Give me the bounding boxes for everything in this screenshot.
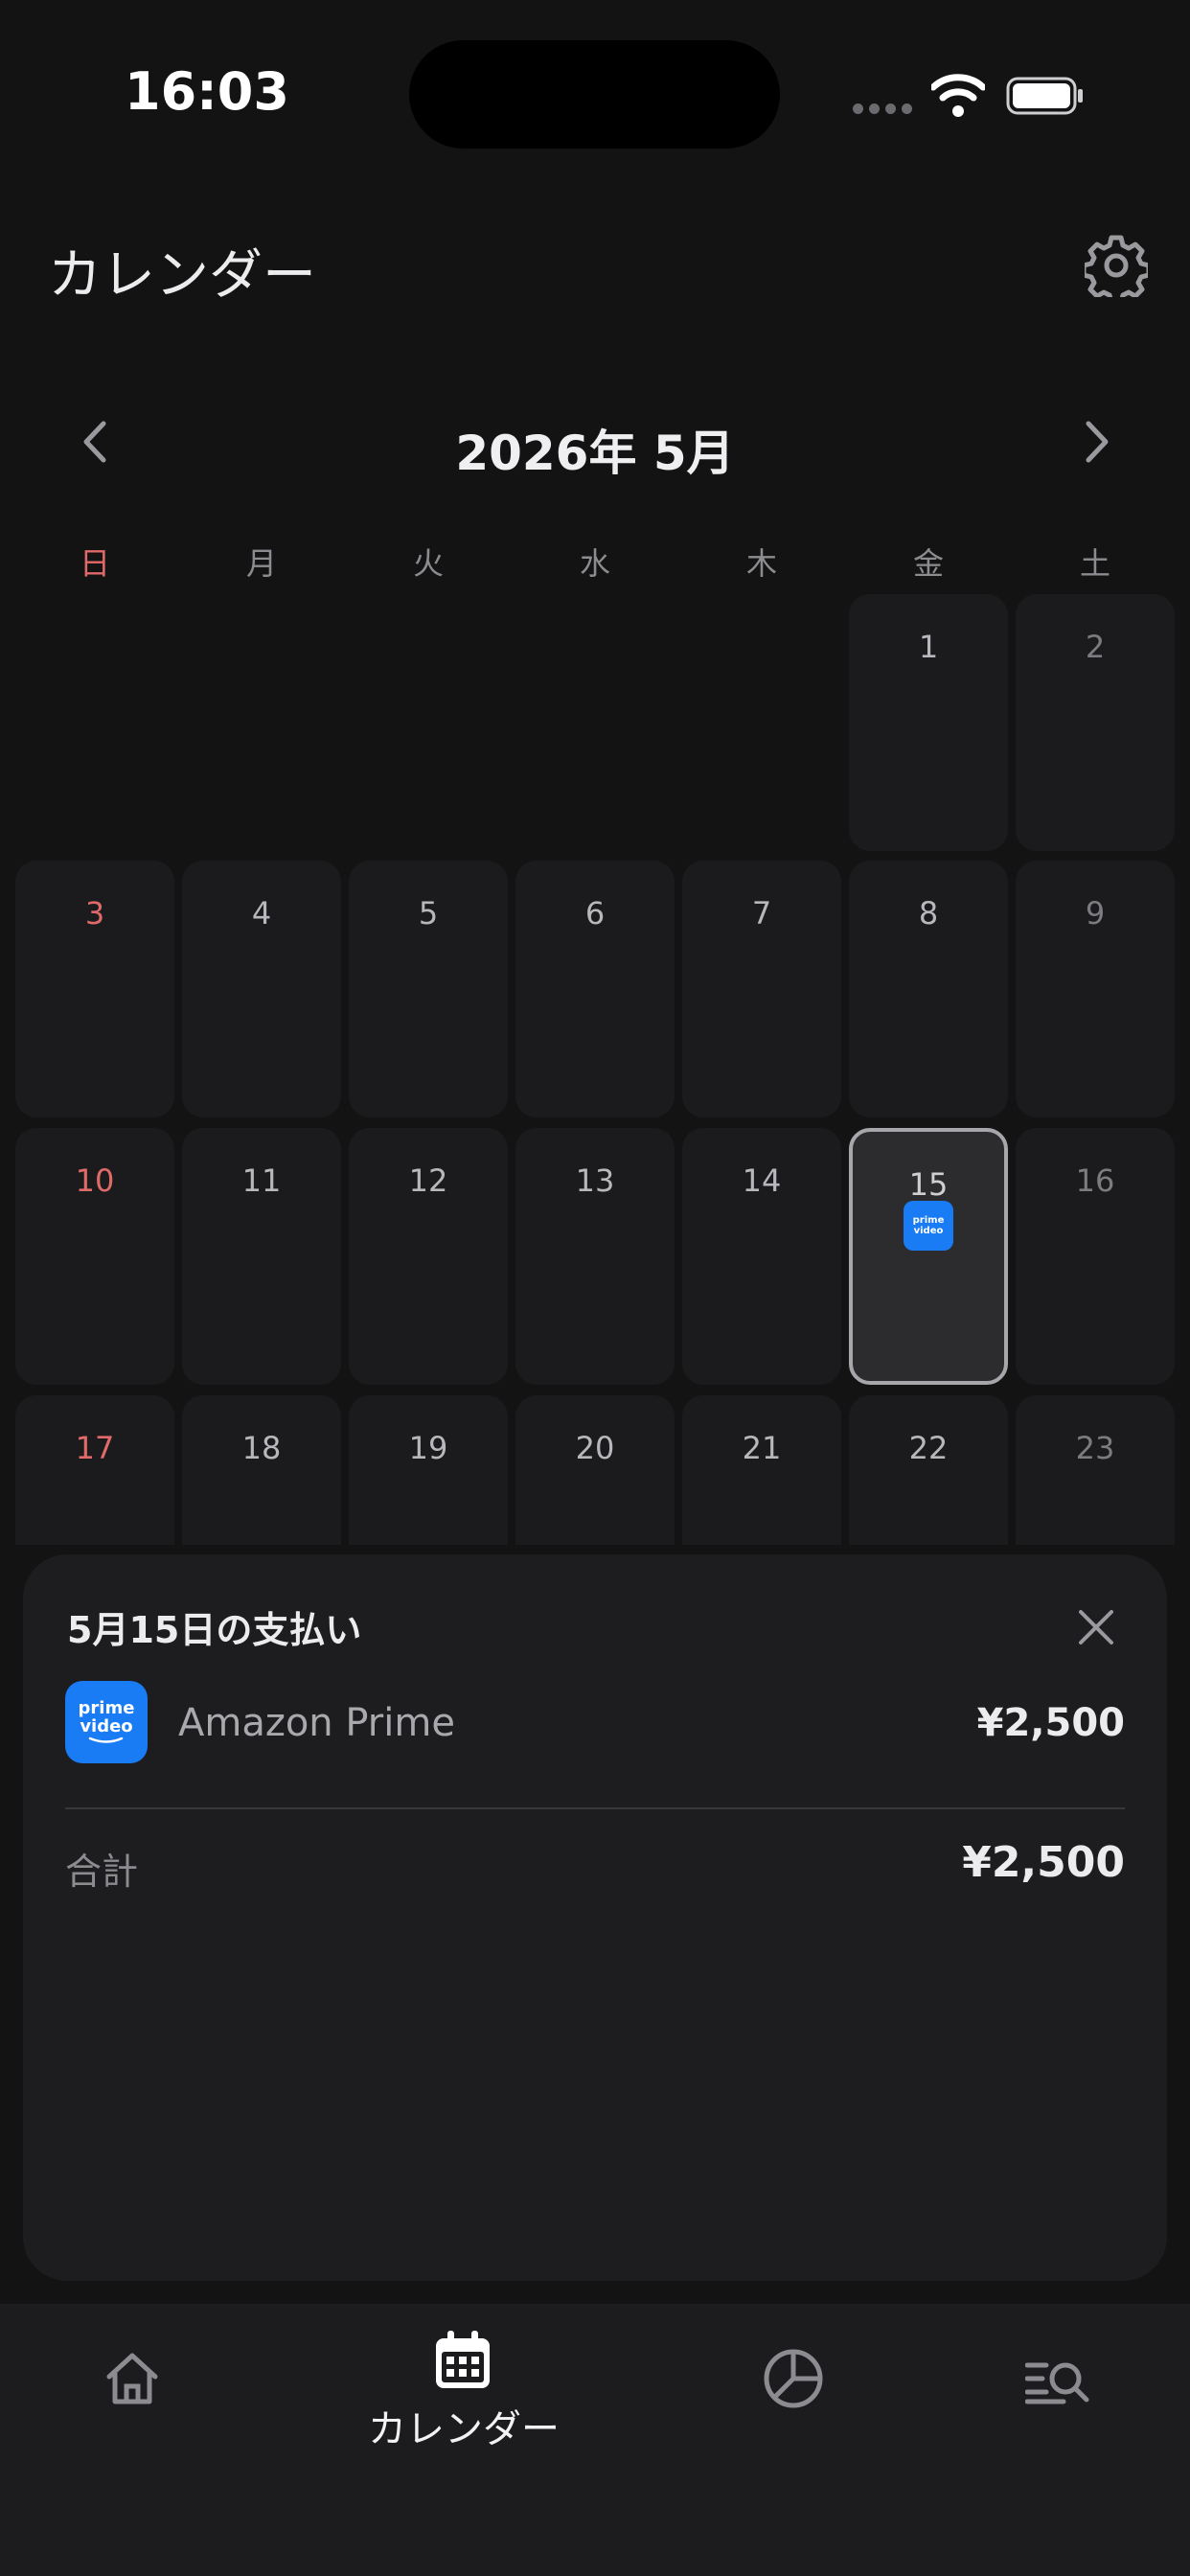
wifi-icon bbox=[931, 74, 985, 117]
total-value: ¥2,500 bbox=[962, 1838, 1125, 1887]
day-cell[interactable]: 14 bbox=[682, 1128, 841, 1385]
smile-arrow-icon bbox=[88, 1736, 124, 1743]
day-cell[interactable]: 10 bbox=[15, 1128, 174, 1385]
next-month-button[interactable] bbox=[1075, 418, 1117, 466]
day-cell[interactable]: 6 bbox=[515, 861, 675, 1117]
payment-item-price: ¥2,500 bbox=[976, 1701, 1125, 1745]
day-cell[interactable]: 5 bbox=[349, 861, 508, 1117]
calendar-grid: 1 2 3 4 5 6 7 8 9 10 11 12 13 14 15 prim… bbox=[0, 575, 1190, 1545]
day-cell[interactable]: 9 bbox=[1016, 861, 1175, 1117]
search-list-icon[interactable] bbox=[1025, 2359, 1090, 2405]
close-icon[interactable] bbox=[1077, 1608, 1115, 1646]
gear-icon[interactable] bbox=[1085, 234, 1148, 297]
payment-item-name[interactable]: Amazon Prime bbox=[178, 1701, 455, 1745]
day-cell[interactable]: 7 bbox=[682, 861, 841, 1117]
divider bbox=[65, 1807, 1125, 1809]
cellular-signal-icon bbox=[853, 104, 912, 117]
day-cell[interactable]: 8 bbox=[849, 861, 1008, 1117]
dynamic-island bbox=[409, 40, 780, 149]
prime-video-icon: prime video bbox=[65, 1681, 148, 1763]
calendar-icon[interactable] bbox=[433, 2329, 492, 2390]
day-cell[interactable]: 11 bbox=[182, 1128, 341, 1385]
previous-month-button[interactable] bbox=[75, 418, 117, 466]
pie-chart-icon[interactable] bbox=[763, 2348, 824, 2409]
day-cell[interactable]: 22 bbox=[849, 1395, 1008, 1545]
day-cell[interactable]: 23 bbox=[1016, 1395, 1175, 1545]
day-cell[interactable]: 21 bbox=[682, 1395, 841, 1545]
day-cell[interactable]: 12 bbox=[349, 1128, 508, 1385]
status-time: 16:03 bbox=[125, 61, 289, 122]
day-cell[interactable]: 16 bbox=[1016, 1128, 1175, 1385]
page-title: カレンダー bbox=[48, 244, 316, 307]
day-cell[interactable]: 20 bbox=[515, 1395, 675, 1545]
tab-bar: カレンダー bbox=[0, 2304, 1190, 2576]
day-cell[interactable]: 18 bbox=[182, 1395, 341, 1545]
day-cell-selected[interactable]: 15 prime video bbox=[849, 1128, 1008, 1385]
day-cell[interactable]: 19 bbox=[349, 1395, 508, 1545]
day-cell[interactable]: 2 bbox=[1016, 594, 1175, 851]
tab-label-calendar[interactable]: カレンダー bbox=[316, 2398, 611, 2453]
sheet-title: 5月15日の支払い bbox=[67, 1609, 362, 1651]
home-icon[interactable] bbox=[103, 2350, 161, 2407]
month-title: 2026年 5月 bbox=[455, 426, 735, 481]
day-cell[interactable]: 1 bbox=[849, 594, 1008, 851]
prime-video-icon: prime video bbox=[904, 1201, 953, 1251]
day-cell[interactable]: 17 bbox=[15, 1395, 174, 1545]
battery-icon bbox=[1006, 77, 1083, 115]
payment-sheet: 5月15日の支払い prime video Amazon Prime ¥2,50… bbox=[23, 1554, 1167, 2281]
day-cell[interactable]: 3 bbox=[15, 861, 174, 1117]
day-cell[interactable]: 4 bbox=[182, 861, 341, 1117]
day-cell[interactable]: 13 bbox=[515, 1128, 675, 1385]
total-label: 合計 bbox=[65, 1851, 139, 1893]
